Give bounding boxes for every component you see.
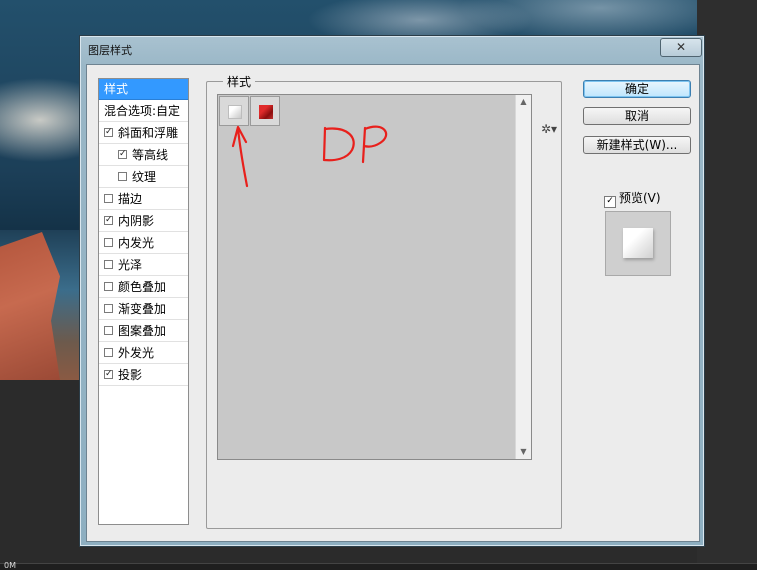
style-list-item-label: 外发光: [118, 346, 155, 360]
preview-tile: [623, 228, 653, 258]
new-style-button[interactable]: 新建样式(W)...: [583, 136, 691, 154]
unchecked-checkbox[interactable]: [104, 194, 113, 203]
style-list-item-label: 样式: [104, 82, 129, 96]
style-list-item-label: 内发光: [118, 236, 155, 250]
checked-checkbox[interactable]: ✓: [104, 128, 113, 137]
style-list-item-label: 内阴影: [118, 214, 155, 228]
style-list-item-label: 颜色叠加: [118, 280, 167, 294]
unchecked-checkbox[interactable]: [104, 238, 113, 247]
unchecked-checkbox[interactable]: [118, 172, 127, 181]
unchecked-checkbox[interactable]: [104, 260, 113, 269]
close-button[interactable]: ✕: [660, 38, 702, 57]
style-list-item[interactable]: 颜色叠加: [99, 277, 188, 298]
default-style-icon: [228, 105, 242, 119]
style-list-item-label: 等高线: [132, 148, 169, 162]
checked-checkbox[interactable]: ✓: [104, 370, 113, 379]
default-style-swatch[interactable]: [219, 96, 249, 126]
dialog-title: 图层样式: [88, 44, 132, 57]
scroll-down-arrow-icon[interactable]: ▼: [516, 445, 531, 459]
style-list: 样式混合选项:自定 ✓ 斜面和浮雕 ✓ 等高线纹理描边 ✓ 内阴影内发光光泽颜色叠加渐变叠加…: [98, 78, 189, 525]
style-list-item-label: 描边: [118, 192, 143, 206]
red-style-icon: [259, 105, 273, 119]
unchecked-checkbox[interactable]: [104, 326, 113, 335]
styles-group: 样式 ▲ ▼: [206, 73, 562, 529]
style-list-item[interactable]: 渐变叠加: [99, 299, 188, 320]
style-list-item-label: 投影: [118, 368, 143, 382]
unchecked-checkbox[interactable]: [104, 304, 113, 313]
style-list-item[interactable]: 内发光: [99, 233, 188, 254]
workspace-background: [697, 0, 757, 569]
preview-label: 预览(V): [619, 191, 661, 205]
style-list-item[interactable]: 纹理: [99, 167, 188, 188]
layer-style-dialog: 图层样式 ✕ 样式混合选项:自定 ✓ 斜面和浮雕 ✓ 等高线纹理描边 ✓ 内阴影内发光光泽颜…: [79, 35, 705, 547]
gear-icon[interactable]: ✲▾: [541, 122, 557, 136]
style-list-item-label: 纹理: [132, 170, 157, 184]
style-list-item-label: 渐变叠加: [118, 302, 167, 316]
dialog-client: 样式混合选项:自定 ✓ 斜面和浮雕 ✓ 等高线纹理描边 ✓ 内阴影内发光光泽颜色叠加渐变叠加…: [86, 64, 700, 542]
style-list-item-label: 图案叠加: [118, 324, 167, 338]
style-preview: [605, 211, 671, 276]
style-list-item[interactable]: 描边: [99, 189, 188, 210]
scroll-up-arrow-icon[interactable]: ▲: [516, 95, 531, 109]
cancel-button[interactable]: 取消: [583, 107, 691, 125]
preview-checkbox[interactable]: ✓: [604, 196, 616, 208]
vertical-scrollbar[interactable]: ▲ ▼: [515, 95, 531, 459]
style-swatch-area: ▲ ▼: [217, 94, 532, 460]
unchecked-checkbox[interactable]: [104, 282, 113, 291]
ok-button[interactable]: 确定: [583, 80, 691, 98]
style-list-item[interactable]: 图案叠加: [99, 321, 188, 342]
style-list-item-label: 斜面和浮雕: [118, 126, 179, 140]
style-list-item[interactable]: 混合选项:自定: [99, 101, 188, 122]
preview-checkbox-row[interactable]: ✓ 预览(V): [604, 189, 661, 208]
style-list-item[interactable]: 光泽: [99, 255, 188, 276]
checked-checkbox[interactable]: ✓: [118, 150, 127, 159]
styles-group-label: 样式: [223, 73, 256, 90]
style-list-item[interactable]: 外发光: [99, 343, 188, 364]
style-list-item[interactable]: ✓ 投影: [99, 365, 188, 386]
style-list-item[interactable]: ✓ 内阴影: [99, 211, 188, 232]
unchecked-checkbox[interactable]: [104, 348, 113, 357]
style-list-item[interactable]: ✓ 等高线: [99, 145, 188, 166]
style-list-item-label: 混合选项:自定: [104, 104, 181, 118]
style-list-item-label: 光泽: [118, 258, 143, 272]
style-list-item[interactable]: 样式: [99, 79, 188, 100]
checked-checkbox[interactable]: ✓: [104, 216, 113, 225]
red-style-swatch[interactable]: [250, 96, 280, 126]
style-list-item[interactable]: ✓ 斜面和浮雕: [99, 123, 188, 144]
